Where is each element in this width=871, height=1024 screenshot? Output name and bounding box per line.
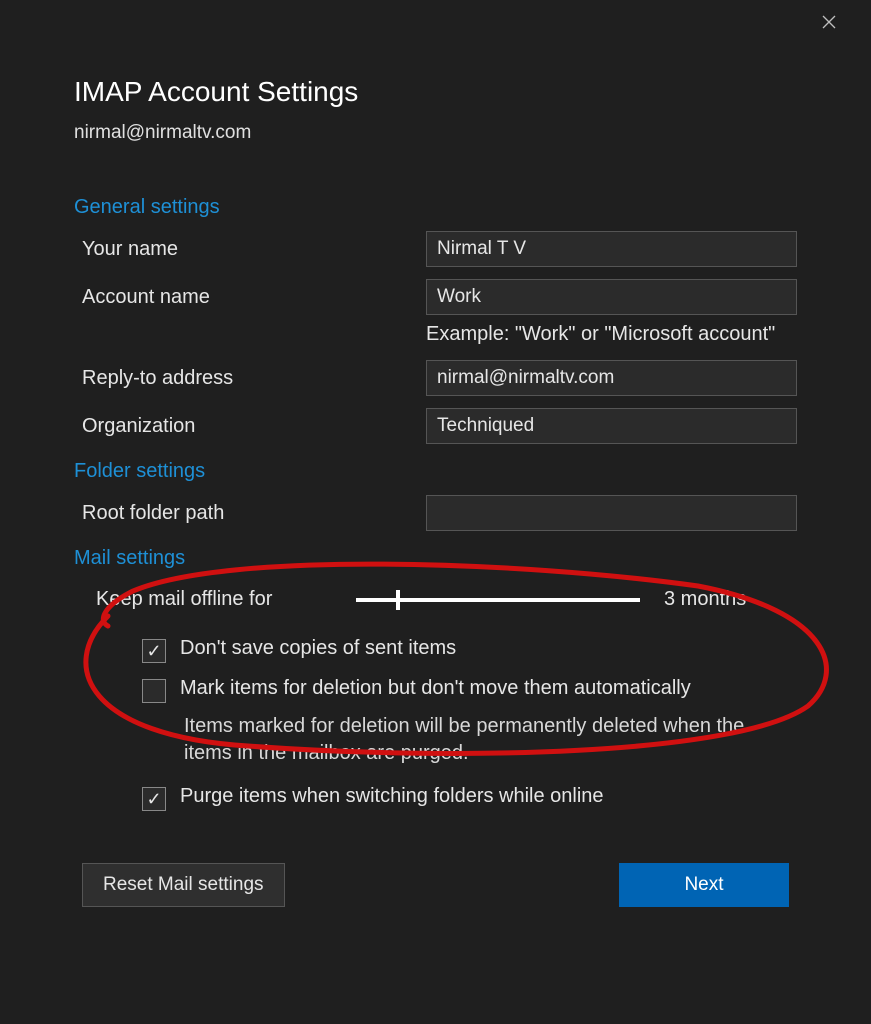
account-name-label: Account name bbox=[74, 286, 426, 309]
slider-thumb-icon[interactable] bbox=[396, 590, 400, 610]
mark-delete-checkbox[interactable] bbox=[142, 679, 166, 703]
mark-delete-note: Items marked for deletion will be perman… bbox=[74, 709, 797, 777]
organization-label: Organization bbox=[74, 415, 426, 438]
organization-input[interactable] bbox=[426, 408, 797, 444]
dont-save-sent-label: Don't save copies of sent items bbox=[180, 635, 456, 662]
dont-save-sent-checkbox[interactable] bbox=[142, 639, 166, 663]
account-name-hint: Example: "Work" or "Microsoft account" bbox=[426, 323, 797, 346]
keep-offline-slider[interactable] bbox=[356, 598, 664, 602]
purge-label: Purge items when switching folders while… bbox=[180, 783, 604, 810]
close-button[interactable] bbox=[815, 10, 843, 38]
reply-to-label: Reply-to address bbox=[74, 367, 426, 390]
root-folder-input[interactable] bbox=[426, 495, 797, 531]
reset-mail-settings-button[interactable]: Reset Mail settings bbox=[82, 863, 285, 907]
your-name-input[interactable] bbox=[426, 231, 797, 267]
your-name-label: Your name bbox=[74, 238, 426, 261]
purge-checkbox[interactable] bbox=[142, 787, 166, 811]
section-title-mail: Mail settings bbox=[74, 547, 797, 570]
section-title-folder: Folder settings bbox=[74, 460, 797, 483]
next-button[interactable]: Next bbox=[619, 863, 789, 907]
reply-to-input[interactable] bbox=[426, 360, 797, 396]
keep-offline-value: 3 months bbox=[664, 588, 797, 611]
keep-offline-label: Keep mail offline for bbox=[74, 588, 356, 611]
mark-delete-label: Mark items for deletion but don't move t… bbox=[180, 675, 691, 702]
account-email: nirmal@nirmaltv.com bbox=[74, 122, 797, 144]
account-name-input[interactable] bbox=[426, 279, 797, 315]
root-folder-label: Root folder path bbox=[74, 502, 426, 525]
page-title: IMAP Account Settings bbox=[74, 76, 797, 108]
close-icon bbox=[821, 14, 837, 35]
section-title-general: General settings bbox=[74, 196, 797, 219]
